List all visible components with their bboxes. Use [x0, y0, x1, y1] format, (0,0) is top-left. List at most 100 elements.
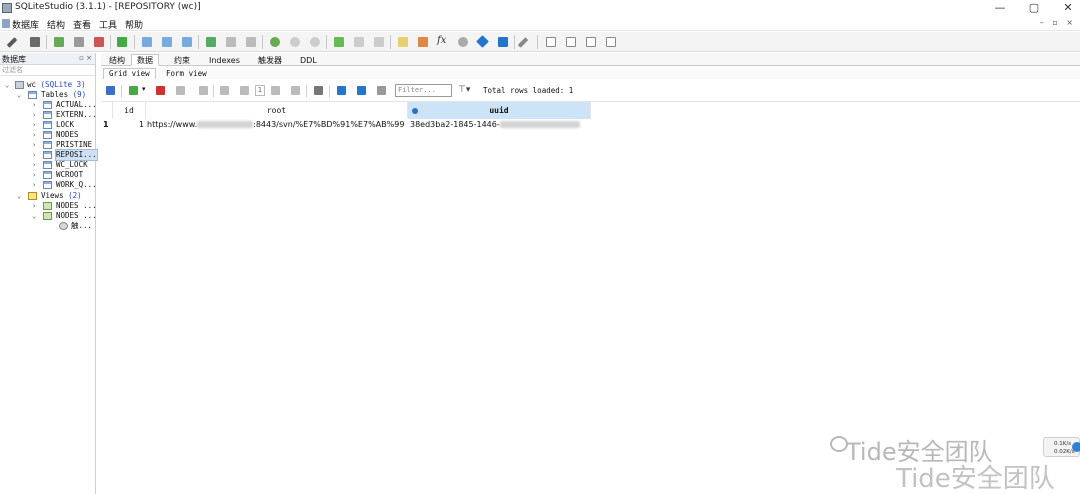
delete-table-icon[interactable] — [182, 37, 192, 47]
last-page-icon[interactable] — [291, 86, 300, 95]
cascade-icon[interactable] — [606, 37, 616, 47]
first-page-icon[interactable] — [220, 86, 229, 95]
delete-row-icon[interactable] — [156, 86, 165, 95]
menu-database[interactable]: 数据库 — [12, 18, 39, 31]
add-db-icon[interactable] — [54, 37, 64, 47]
tile-horizontal-icon[interactable] — [566, 37, 576, 47]
collations-icon[interactable] — [458, 37, 468, 47]
tree-table-item[interactable]: › WORK_Q... — [0, 180, 97, 190]
minimize-button[interactable]: — — [990, 1, 1010, 15]
collapse-columns-icon[interactable] — [357, 86, 366, 95]
tab-grid-view[interactable]: Grid view — [103, 68, 156, 79]
tree-view-item[interactable]: › NODES ... — [0, 201, 97, 211]
edit-trigger-icon[interactable] — [290, 37, 300, 47]
database-icon — [15, 81, 24, 89]
tree-table-item[interactable]: › LOCK — [0, 120, 95, 130]
data-filter-input[interactable]: Filter... — [395, 84, 452, 97]
import-icon[interactable] — [418, 37, 428, 47]
ddl-history-icon[interactable] — [498, 37, 508, 47]
cell-uuid[interactable]: 38ed3ba2-1845-1446- — [410, 119, 591, 131]
edit-index-icon[interactable] — [226, 37, 236, 47]
commit-icon[interactable] — [176, 86, 185, 95]
rollback-icon[interactable] — [199, 86, 208, 95]
tree-db-wc[interactable]: ⌄ wc (SQLite 3) — [0, 80, 95, 90]
filter-mode-icon[interactable]: ⊤▾ — [458, 85, 470, 95]
next-page-icon[interactable] — [271, 86, 280, 95]
print-icon[interactable] — [314, 86, 323, 95]
tree-trigger-item[interactable]: 触... — [0, 221, 95, 231]
cell-root[interactable]: https://www.:8443/svn/%E7%BD%91%E7%AB%99 — [147, 119, 407, 131]
tile-vertical-icon[interactable] — [586, 37, 596, 47]
create-trigger-icon[interactable] — [270, 37, 280, 47]
column-header-uuid[interactable]: uuid — [408, 102, 591, 119]
edit-table-icon[interactable] — [162, 37, 172, 47]
cell-id[interactable]: 1 — [113, 119, 144, 131]
db-filter-input[interactable]: 过滤名 — [0, 65, 95, 76]
panel-float-close-icon[interactable]: ▫ × — [79, 54, 92, 62]
tree-views[interactable]: ⌄ Views (2) — [0, 191, 95, 201]
menu-view[interactable]: 查看 — [73, 18, 91, 31]
close-button[interactable]: ✕ — [1058, 1, 1078, 15]
tree-table-item[interactable]: › PRISTINE — [0, 140, 95, 150]
fit-columns-icon[interactable] — [337, 86, 346, 95]
page-number[interactable]: 1 — [255, 85, 265, 96]
mdi-window-icon — [2, 19, 10, 28]
maximize-button[interactable]: ▢ — [1024, 1, 1044, 15]
tree-table-item[interactable]: › NODES — [0, 130, 95, 140]
insert-row-dropdown-icon[interactable]: ▾ — [142, 85, 146, 93]
table-icon — [43, 141, 52, 149]
tree-table-item[interactable]: › ACTUAL... — [0, 100, 97, 110]
tab-constraints[interactable]: 约束 — [168, 54, 196, 66]
menu-tools[interactable]: 工具 — [99, 18, 117, 31]
column-header-id[interactable]: id — [113, 102, 146, 119]
text-format-icon[interactable] — [377, 86, 386, 95]
tab-triggers[interactable]: 触发器 — [252, 54, 288, 66]
prev-page-icon[interactable] — [240, 86, 249, 95]
tree-table-item[interactable]: › WCROOT — [0, 170, 95, 180]
tab-indexes[interactable]: Indexes — [203, 54, 246, 66]
tree-table-item[interactable]: › WC_LOCK — [0, 160, 95, 170]
menu-help[interactable]: 帮助 — [125, 18, 143, 31]
edit-db-icon[interactable] — [74, 37, 84, 47]
tree-view-item[interactable]: ⌄ NODES ... — [0, 211, 97, 221]
db-type: (SQLite 3) — [40, 80, 86, 89]
delete-view-icon[interactable] — [374, 37, 384, 47]
edit-view-icon[interactable] — [354, 37, 364, 47]
grid-corner[interactable] — [101, 102, 113, 119]
table-icon — [43, 131, 52, 139]
primary-key-icon — [412, 108, 418, 114]
column-header-root[interactable]: root — [146, 102, 408, 119]
create-view-icon[interactable] — [334, 37, 344, 47]
tile-icon[interactable] — [546, 37, 556, 47]
tree-table-item-selected[interactable]: › REPOSI... — [0, 149, 98, 161]
connect-db-icon[interactable] — [6, 37, 18, 48]
create-index-icon[interactable] — [206, 37, 216, 47]
config-wrench-icon[interactable] — [517, 37, 529, 48]
download-speed: 0.02K/s — [1054, 449, 1075, 455]
tab-form-view[interactable]: Form view — [160, 68, 213, 79]
disconnect-db-icon[interactable] — [30, 37, 40, 47]
tab-data[interactable]: 数据 — [131, 54, 159, 66]
mdi-window-controls[interactable]: – ▫ × — [1040, 18, 1076, 27]
create-table-icon[interactable] — [142, 37, 152, 47]
network-widget-button-icon[interactable] — [1072, 442, 1080, 452]
menu-structure[interactable]: 结构 — [47, 18, 65, 31]
table-icon — [43, 161, 52, 169]
sql-editor-icon[interactable] — [398, 37, 408, 47]
delete-trigger-icon[interactable] — [310, 37, 320, 47]
data-toolbar: ▾ 1 Filter... ⊤▾ Total rows loaded: 1 — [101, 80, 1080, 102]
network-speed-widget[interactable]: 0.1K/s 0.02K/s — [1043, 437, 1080, 457]
function-editor-icon[interactable]: fx — [437, 35, 446, 46]
tree-tables[interactable]: ⌄ Tables (9) — [0, 90, 95, 100]
insert-row-icon[interactable] — [129, 86, 138, 95]
delete-index-icon[interactable] — [246, 37, 256, 47]
refresh-data-icon[interactable] — [106, 86, 115, 95]
remove-db-icon[interactable] — [94, 37, 104, 47]
extensions-icon[interactable] — [476, 35, 489, 48]
refresh-db-icon[interactable] — [117, 37, 127, 47]
tab-structure[interactable]: 结构 — [103, 54, 131, 66]
row-number[interactable]: 1 — [103, 119, 113, 131]
tables-label: Tables — [41, 90, 69, 99]
tree-table-item[interactable]: › EXTERN... — [0, 110, 97, 120]
tab-ddl[interactable]: DDL — [294, 54, 323, 66]
